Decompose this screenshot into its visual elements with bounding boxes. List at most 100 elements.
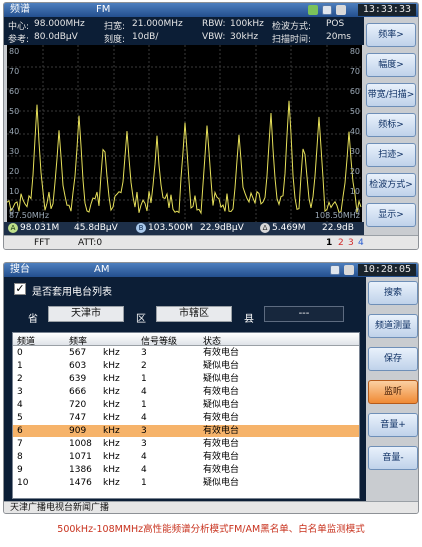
signal-level-cell: 4	[141, 387, 147, 397]
delta-marker[interactable]: Δ 5.469M	[260, 223, 306, 234]
station-table-header: 频道 频率 信号等级 状态	[13, 333, 359, 347]
table-row[interactable]: 4 720 kHz 1 疑似电台	[13, 399, 359, 411]
softkey-amplitude[interactable]: 幅度>	[366, 53, 416, 77]
right-level-tick: 40	[349, 127, 360, 136]
softkey-search[interactable]: 搜索	[368, 281, 418, 305]
reference-value[interactable]: 80.0dBμV	[34, 32, 78, 42]
province-select[interactable]: 天津市	[48, 306, 124, 322]
channel-cell: 8	[17, 452, 23, 462]
table-row[interactable]: 8 1071 kHz 4 有效电台	[13, 451, 359, 463]
marker-readout-bar: A 98.031M 45.8dBμV B 103.500M 22.9dBμV Δ 5.…	[4, 222, 364, 235]
table-row[interactable]: 7 1008 kHz 3 有效电台	[13, 438, 359, 450]
unit-cell: kHz	[103, 400, 120, 410]
page-tab-4[interactable]: 4	[358, 238, 364, 248]
unit-cell: kHz	[103, 413, 120, 423]
span-label: 扫宽:	[104, 22, 126, 32]
softkey-display[interactable]: 显示>	[366, 203, 416, 227]
status-cell: 疑似电台	[203, 478, 240, 488]
table-row[interactable]: 6 909 kHz 3 有效电台	[13, 425, 359, 437]
county-select[interactable]: ---	[264, 306, 344, 322]
district-label: 区	[136, 314, 146, 325]
signal-level-cell: 3	[141, 348, 147, 358]
station-list-label: 是否套用电台列表	[32, 287, 112, 298]
left-level-tick: 70	[9, 67, 20, 76]
signal-level-cell: 1	[141, 400, 147, 410]
analyzer-mode: FM	[96, 4, 111, 15]
softkey-channel-measure[interactable]: 频道测量	[368, 314, 418, 338]
table-row[interactable]: 3 666 kHz 4 有效电台	[13, 386, 359, 398]
column-signal-level: 信号等级	[141, 337, 178, 347]
district-select[interactable]: 市辖区	[156, 306, 232, 322]
analyzer-clock: 13:33:33	[357, 4, 416, 16]
status-cell: 有效电台	[203, 439, 240, 449]
channel-cell: 5	[17, 413, 23, 423]
frequency-cell: 1386	[69, 465, 92, 475]
sweep-time-value[interactable]: 20ms	[326, 32, 351, 42]
spectrum-trace	[7, 100, 362, 215]
unit-cell: kHz	[103, 452, 120, 462]
start-frequency: 87.50MHz	[9, 211, 50, 220]
marker-b[interactable]: B 103.500M	[136, 223, 193, 234]
table-row[interactable]: 0 567 kHz 3 有效电台	[13, 347, 359, 359]
right-level-tick: 70	[349, 67, 360, 76]
unit-cell: kHz	[103, 374, 120, 384]
frequency-cell: 603	[69, 361, 87, 371]
softkey-trace[interactable]: 扫迹>	[366, 143, 416, 167]
unit-cell: kHz	[103, 478, 120, 488]
signal-level-cell: 4	[141, 452, 147, 462]
stop-frequency: 108.50MHz	[314, 211, 360, 220]
softkey-bandwidth-sweep[interactable]: 带宽/扫描>	[366, 83, 416, 107]
softkey-marker[interactable]: 频标>	[366, 113, 416, 137]
softkey-listen[interactable]: 监听	[368, 380, 418, 404]
softkey-frequency[interactable]: 频率>	[366, 23, 416, 47]
left-level-tick: 30	[9, 147, 20, 156]
table-row[interactable]: 9 1386 kHz 4 有效电台	[13, 464, 359, 476]
center-value[interactable]: 98.000MHz	[34, 19, 85, 29]
softkey-detector[interactable]: 检波方式>	[366, 173, 416, 197]
frequency-cell: 639	[69, 374, 87, 384]
unit-cell: kHz	[103, 387, 120, 397]
status-cell: 疑似电台	[203, 361, 240, 371]
page-tab-2[interactable]: 2	[338, 238, 344, 248]
usb-icon	[322, 5, 332, 15]
marker-b-badge: B	[136, 223, 146, 233]
column-frequency: 频率	[69, 337, 88, 347]
station-search-body: ✓ 是否套用电台列表 省 天津市 区 市辖区 县 --- 频道 频率 信号等级 …	[4, 277, 366, 501]
spectrum-plot[interactable]: 80 70 60 50 40 30 20 10 0 80 70 60 50 40 30 20 10 0 87.5…	[7, 45, 362, 222]
right-level-tick: 10	[349, 187, 360, 196]
marker-a-frequency: 98.031M	[20, 223, 60, 233]
rbw-label: RBW:	[202, 19, 226, 29]
scale-value[interactable]: 10dB/	[132, 32, 158, 42]
frequency-cell: 720	[69, 400, 87, 410]
span-value[interactable]: 21.000MHz	[132, 19, 183, 29]
delta-marker-frequency: 5.469M	[272, 223, 306, 233]
frequency-cell: 909	[69, 426, 87, 436]
vbw-value[interactable]: 30kHz	[230, 32, 258, 42]
table-row[interactable]: 1 603 kHz 2 疑似电台	[13, 360, 359, 372]
column-status: 状态	[203, 337, 222, 347]
signal-level-cell: 3	[141, 439, 147, 449]
channel-cell: 2	[17, 374, 23, 384]
page-tab-3[interactable]: 3	[348, 238, 354, 248]
frequency-cell: 1008	[69, 439, 92, 449]
delta-marker-badge: Δ	[260, 223, 270, 233]
page-tab-1[interactable]: 1	[326, 238, 332, 248]
marker-a[interactable]: A 98.031M	[8, 223, 59, 234]
receiver-footer: 天津广播电视台新闻广播	[4, 501, 418, 513]
signal-level-cell: 3	[141, 426, 147, 436]
softkey-volume-down[interactable]: 音量-	[368, 446, 418, 470]
table-row[interactable]: 5 747 kHz 4 有效电台	[13, 412, 359, 424]
detector-value[interactable]: POS	[326, 19, 344, 29]
rbw-value[interactable]: 100kHz	[230, 19, 264, 29]
column-channel: 频道	[17, 337, 36, 347]
channel-cell: 0	[17, 348, 23, 358]
softkey-volume-up[interactable]: 音量+	[368, 413, 418, 437]
softkey-save[interactable]: 保存	[368, 347, 418, 371]
left-level-tick: 60	[9, 87, 20, 96]
table-row[interactable]: 2 639 kHz 1 疑似电台	[13, 373, 359, 385]
table-row[interactable]: 10 1476 kHz 1 疑似电台	[13, 477, 359, 489]
station-list-checkbox[interactable]: ✓	[14, 283, 26, 295]
left-level-tick: 40	[9, 127, 20, 136]
detector-label: 检波方式:	[272, 22, 312, 32]
left-level-tick: 80	[9, 47, 20, 56]
